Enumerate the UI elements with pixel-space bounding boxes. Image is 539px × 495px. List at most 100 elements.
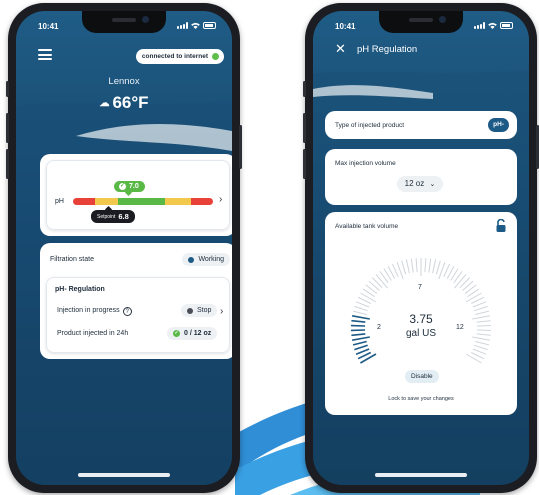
connection-status-dot [212, 53, 219, 60]
status-icons [177, 22, 216, 29]
gauge-tick [474, 344, 488, 351]
gauge-tick [415, 258, 418, 273]
filtration-status: Working [198, 256, 224, 263]
filtration-card: Filtration state Working pH- Regulation … [40, 243, 232, 359]
right-screen: 10:41 ✕ pH Regulation Type of injected p… [313, 11, 529, 485]
gauge-tick [392, 263, 399, 278]
connection-badge[interactable]: connected to internet [135, 49, 224, 64]
gauge-tick [472, 348, 487, 355]
left-screen: 10:41 connected to internet Lennox ☁ 66°F… [16, 11, 232, 485]
injected-product-label: Type of injected product [335, 122, 405, 129]
ph-scale-yellow-high [165, 198, 191, 205]
stage: 10:41 connected to internet Lennox ☁ 66°F… [0, 0, 539, 495]
menu-button[interactable] [38, 49, 52, 60]
gauge-tick [405, 259, 410, 274]
status-time: 10:41 [335, 22, 356, 31]
gauge-tick [360, 353, 377, 364]
chevron-right-icon[interactable]: › [220, 306, 223, 317]
setpoint-value: 6.8 [118, 212, 129, 221]
ph-card[interactable]: pH ✓ 7.0 Setpoint 6.8 › [40, 154, 232, 236]
ph-regulation-title: pH- Regulation [55, 286, 105, 293]
gauge-tick [475, 341, 490, 346]
max-injection-value: 12 oz [404, 179, 425, 188]
close-icon[interactable]: ✕ [335, 42, 346, 56]
temperature-value: 66°F [112, 93, 149, 112]
ph-scale-green [117, 198, 166, 205]
ph-scale-red-low [73, 198, 96, 205]
ph-scale-red-high [190, 198, 213, 205]
setpoint-badge: Setpoint 6.8 [91, 210, 135, 223]
gauge-tick [432, 259, 437, 274]
injection-row: Injection in progress? [57, 307, 132, 316]
location-name: Lennox [108, 76, 140, 87]
lock-note: Lock to save your changes [388, 396, 454, 402]
filtration-label: Filtration state [50, 256, 94, 263]
max-injection-card: Max injection volume 12 oz ⌄ [325, 149, 517, 205]
wifi-icon [191, 22, 200, 29]
signal-icon [177, 22, 188, 29]
chevron-down-icon: ⌄ [429, 181, 436, 188]
gauge-tick [454, 274, 467, 289]
right-phone: 10:41 ✕ pH Regulation Type of injected p… [303, 3, 539, 493]
gauge-tick [465, 292, 482, 303]
signal-icon [474, 22, 485, 29]
injected-product-card: Type of injected product pH- [325, 111, 517, 139]
gauge-tick [424, 258, 427, 273]
max-injection-select[interactable]: 12 oz ⌄ [397, 176, 443, 192]
status-icons [474, 22, 513, 29]
injected-product-pill[interactable]: pH- [488, 118, 509, 132]
home-indicator[interactable] [375, 473, 467, 477]
gauge-tick [428, 258, 432, 273]
product-injected-badge: ✓ 0 / 12 oz [167, 327, 218, 340]
gauge-tick [354, 305, 368, 312]
ph-value-badge: ✓ 7.0 [114, 181, 145, 192]
ph-scale-yellow-low [95, 198, 118, 205]
help-icon[interactable]: ? [122, 307, 132, 316]
left-phone: 10:41 connected to internet Lennox ☁ 66°F… [6, 3, 242, 493]
gauge-tick [354, 344, 368, 351]
tank-volume-unit: gal US [405, 328, 436, 339]
ph-value: 7.0 [129, 183, 139, 190]
disable-button[interactable]: Disable [405, 370, 439, 383]
ph-regulation-card[interactable]: pH- Regulation Injection in progress? St… [46, 277, 230, 353]
gauge-mid-label: 7 [418, 284, 422, 291]
gauge-tick [355, 301, 370, 308]
gauge-tick [352, 340, 367, 346]
battery-icon [203, 22, 216, 29]
gauge-tick [401, 260, 407, 275]
home-indicator[interactable] [78, 473, 170, 477]
connection-label: connected to internet [141, 53, 208, 60]
cloud-icon: ☁ [99, 98, 110, 109]
chevron-right-icon[interactable]: › [219, 194, 222, 205]
gauge-tick [360, 292, 377, 303]
status-dot-icon [188, 256, 195, 263]
gauge-tick [465, 353, 482, 364]
tank-volume-value: 3.75 [409, 312, 433, 326]
page-title: pH Regulation [357, 44, 418, 55]
filtration-status-badge: Working [182, 253, 230, 266]
gauge-tick [375, 274, 388, 289]
ph-label: pH [55, 198, 64, 205]
notch [379, 11, 463, 33]
gauge-tick [474, 305, 488, 312]
tank-volume-card: Available tank volume 7 2 12 3.75 gal US… [325, 212, 517, 415]
max-injection-label: Max injection volume [335, 160, 396, 167]
status-dot-icon [187, 307, 193, 314]
check-icon: ✓ [119, 183, 126, 190]
temperature-display: ☁ 66°F [16, 93, 232, 113]
injection-status-badge: Stop [181, 304, 218, 317]
gauge-tick [443, 263, 450, 278]
setpoint-label: Setpoint [97, 213, 116, 220]
injection-label: Injection in progress [57, 307, 120, 314]
gauge-tick [435, 260, 441, 275]
ph-card-inner: pH ✓ 7.0 Setpoint 6.8 › [46, 160, 230, 230]
battery-icon [500, 22, 513, 29]
injection-status: Stop [197, 307, 212, 314]
status-time: 10:41 [38, 22, 59, 31]
gauge-tick [410, 258, 414, 273]
gauge-tick [472, 301, 487, 308]
ph-scale-bar [73, 198, 213, 205]
product-injected-value: 0 / 12 oz [184, 330, 212, 337]
wifi-icon [488, 22, 497, 29]
product-label: Product injected in 24h [57, 330, 129, 337]
